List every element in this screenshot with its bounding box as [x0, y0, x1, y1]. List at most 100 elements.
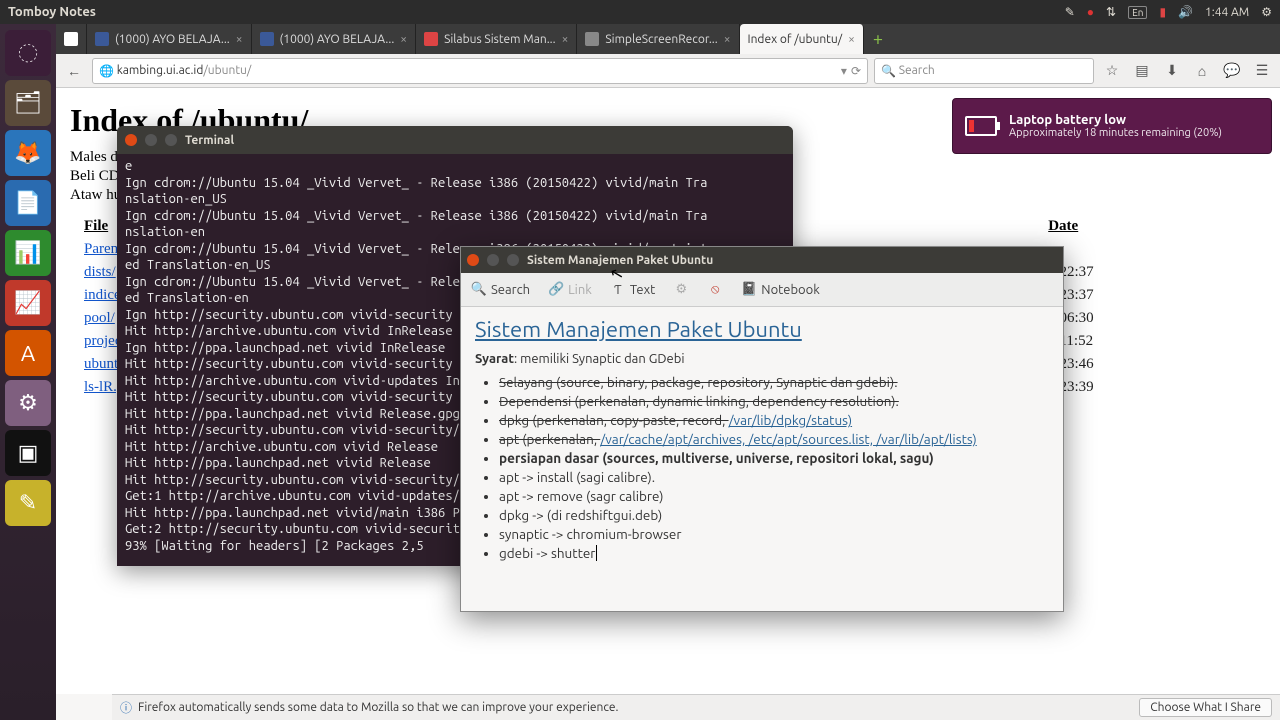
unity-launcher: ◌ 🗂 🦊 📄 📊 📈 A ⚙ ▣ ✎	[0, 24, 56, 720]
list-item: dpkg -> (di redshiftgui.deb)	[499, 507, 1049, 523]
syarat-text: : memiliki Synaptic dan GDebi	[514, 352, 685, 366]
choose-share-button[interactable]: Choose What I Share	[1139, 698, 1272, 717]
tomboy-title: Sistem Manajemen Paket Ubuntu	[527, 254, 713, 267]
downloads-icon[interactable]: ⬇	[1160, 62, 1184, 79]
battery-low-icon	[965, 116, 997, 136]
library-icon[interactable]: ▤	[1130, 62, 1154, 79]
text-icon: Ƭ	[610, 282, 626, 298]
tomboy-window[interactable]: Sistem Manajemen Paket Ubuntu 🔍Search 🔗L…	[460, 246, 1064, 612]
sound-icon[interactable]: 🔊	[1178, 5, 1193, 19]
tools-button[interactable]: ⚙	[669, 280, 693, 300]
tab-active[interactable]: Index of /ubuntu/ ×	[740, 24, 864, 54]
tab-1[interactable]: (1000) AYO BELAJA... ×	[87, 24, 252, 54]
close-icon[interactable]: ×	[562, 33, 569, 46]
dropdown-icon[interactable]: ▾	[841, 64, 847, 78]
maximize-icon[interactable]	[165, 134, 177, 146]
software-icon[interactable]: A	[5, 330, 51, 376]
firefox-icon[interactable]: 🦊	[5, 130, 51, 176]
tab-label: Index of /ubuntu/	[748, 33, 843, 46]
url-path: /ubuntu/	[203, 64, 251, 77]
col-date: Date	[1036, 216, 1105, 237]
notif-title: Laptop battery low	[1009, 113, 1222, 127]
list-item: Selayang (source, binary, package, repos…	[499, 374, 1049, 390]
info-bar: ⓘ Firefox automatically sends some data …	[112, 694, 1280, 720]
tab-blank[interactable]	[56, 24, 87, 54]
nav-bar: ← 🌐 kambing.ui.ac.id/ubuntu/ ▾ ⟳ 🔍 Search…	[56, 54, 1280, 88]
tomboy-titlebar[interactable]: Sistem Manajemen Paket Ubuntu	[461, 247, 1063, 273]
home-icon[interactable]: ⌂	[1190, 63, 1214, 79]
tab-label: (1000) AYO BELAJA...	[280, 33, 395, 46]
page-icon	[585, 32, 599, 46]
files-icon[interactable]: 🗂	[5, 80, 51, 126]
favicon-icon	[64, 32, 78, 46]
top-panel: Tomboy Notes ✎ ● ⇅ En ▮ 🔊 1:44 AM ⚙	[0, 0, 1280, 24]
session-icon[interactable]: ⚙	[1261, 5, 1272, 19]
list-item: Dependensi (perkenalan, dynamic linking,…	[499, 393, 1049, 409]
text-button[interactable]: ƬText	[606, 280, 659, 300]
terminal-titlebar[interactable]: Terminal	[117, 126, 793, 154]
system-tray: ✎ ● ⇅ En ▮ 🔊 1:44 AM ⚙	[1065, 5, 1272, 19]
url-bar[interactable]: 🌐 kambing.ui.ac.id/ubuntu/ ▾ ⟳	[92, 58, 868, 84]
tab-3[interactable]: Silabus Sistem Man...×	[416, 24, 577, 54]
close-icon[interactable]	[467, 254, 479, 266]
tab-2[interactable]: (1000) AYO BELAJA... ×	[252, 24, 417, 54]
tab-bar: (1000) AYO BELAJA... × (1000) AYO BELAJA.…	[56, 24, 1280, 54]
facebook-icon	[260, 32, 274, 46]
globe-icon: 🌐	[99, 64, 114, 78]
url-host: kambing.ui.ac.id	[117, 64, 204, 77]
tab-label: (1000) AYO BELAJA...	[115, 33, 230, 46]
link-icon: 🔗	[548, 282, 564, 298]
delete-icon: ⦸	[707, 282, 723, 298]
back-button[interactable]: ←	[62, 59, 86, 83]
list-item: synaptic -> chromium-browser	[499, 526, 1049, 542]
close-icon[interactable]: ×	[848, 33, 855, 46]
chat-icon[interactable]: 💬	[1220, 62, 1244, 79]
battery-notification[interactable]: Laptop battery low Approximately 18 minu…	[952, 98, 1272, 154]
impress-icon[interactable]: 📈	[5, 280, 51, 326]
clock[interactable]: 1:44 AM	[1205, 6, 1249, 19]
gear-icon: ⚙	[673, 282, 689, 298]
tab-4[interactable]: SimpleScreenRecor... ×	[577, 24, 739, 54]
tab-label: SimpleScreenRecor...	[605, 33, 717, 46]
terminal-icon[interactable]: ▣	[5, 430, 51, 476]
delete-button[interactable]: ⦸	[703, 280, 727, 300]
close-icon[interactable]	[125, 134, 137, 146]
close-icon[interactable]: ×	[400, 33, 407, 46]
edit-icon[interactable]: ✎	[1065, 5, 1075, 19]
note-content[interactable]: Sistem Manajemen Paket Ubuntu Syarat: me…	[461, 307, 1063, 574]
battery-icon[interactable]: ▮	[1159, 5, 1166, 19]
list-item: apt -> remove (sagr calibre)	[499, 488, 1049, 504]
facebook-icon	[95, 32, 109, 46]
minimize-icon[interactable]	[487, 254, 499, 266]
bookmark-star-icon[interactable]: ☆	[1100, 62, 1124, 79]
dash-icon[interactable]: ◌	[5, 30, 51, 76]
search-placeholder: Search	[899, 64, 935, 77]
new-tab-button[interactable]: +	[864, 24, 892, 54]
maximize-icon[interactable]	[507, 254, 519, 266]
calc-icon[interactable]: 📊	[5, 230, 51, 276]
reload-icon[interactable]: ⟳	[851, 64, 861, 78]
search-icon: 🔍	[881, 64, 896, 78]
notebook-button[interactable]: 📓Notebook	[737, 280, 824, 300]
tomboy-icon[interactable]: ✎	[5, 480, 51, 526]
network-icon[interactable]: ⇅	[1106, 5, 1116, 19]
search-box[interactable]: 🔍 Search	[874, 58, 1094, 84]
close-icon[interactable]: ×	[236, 33, 243, 46]
list-item: gdebi -> shutter	[499, 545, 1049, 561]
settings-icon[interactable]: ⚙	[5, 380, 51, 426]
info-text: Firefox automatically sends some data to…	[138, 701, 618, 714]
record-icon[interactable]: ●	[1087, 5, 1094, 19]
list-item: apt -> install (sagi calibre).	[499, 469, 1049, 485]
panel-app-name: Tomboy Notes	[8, 5, 96, 19]
list-item: persiapan dasar (sources, multiverse, un…	[499, 450, 1049, 466]
menu-icon[interactable]: ☰	[1250, 62, 1274, 79]
tomboy-toolbar: 🔍Search 🔗Link ƬText ⚙ ⦸ 📓Notebook	[461, 273, 1063, 307]
close-icon[interactable]: ×	[724, 33, 731, 46]
search-icon: 🔍	[471, 282, 487, 298]
minimize-icon[interactable]	[145, 134, 157, 146]
writer-icon[interactable]: 📄	[5, 180, 51, 226]
gmail-icon	[424, 32, 438, 46]
search-button[interactable]: 🔍Search	[467, 280, 534, 300]
language-indicator[interactable]: En	[1128, 6, 1147, 19]
note-heading: Sistem Manajemen Paket Ubuntu	[475, 317, 1049, 342]
